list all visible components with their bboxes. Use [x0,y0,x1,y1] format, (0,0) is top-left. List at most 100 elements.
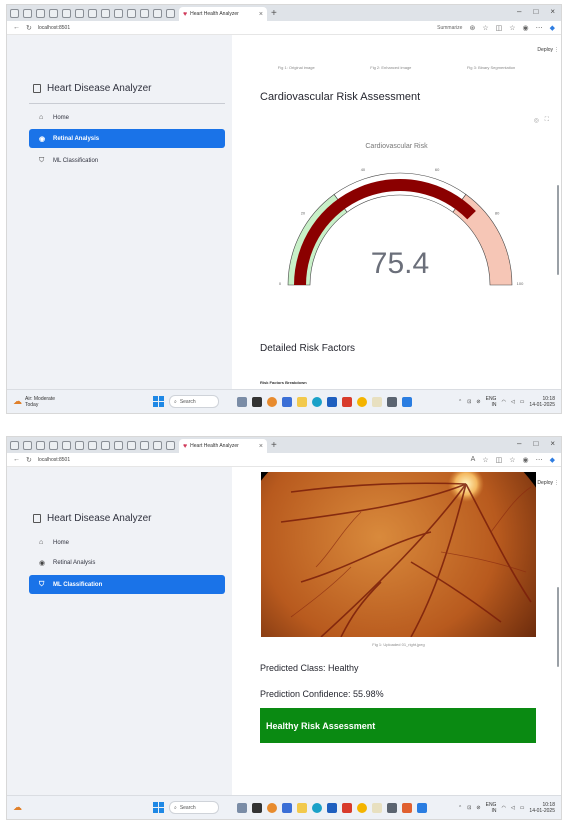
file-explorer-icon[interactable] [297,396,307,407]
app-icon[interactable] [282,396,292,407]
tab-actions-icon[interactable] [10,8,19,18]
app-icon[interactable] [342,396,352,407]
tray-icon[interactable]: ⊡ [467,399,471,405]
app-icon[interactable] [402,802,412,813]
edge-icon[interactable] [312,396,322,407]
chrome-icon[interactable] [357,802,367,813]
battery-icon[interactable]: ▭ [520,399,525,405]
tab-actions-icon[interactable] [10,440,19,450]
tab-icon[interactable] [153,440,162,450]
wifi-icon[interactable]: ◠ [501,399,505,405]
tab-close-icon[interactable]: × [259,11,263,18]
tray-icon[interactable]: ⊘ [476,399,480,405]
camera-icon[interactable]: ◎ [534,117,539,124]
maximize-button[interactable]: □ [533,439,538,448]
volume-icon[interactable]: ◁ [511,805,515,811]
taskbar-search[interactable]: ⌕ Search [169,395,219,408]
url-field[interactable]: localhost:8501 [38,457,471,463]
split-screen-icon[interactable]: ◫ [496,456,503,464]
app-icon[interactable] [387,396,397,407]
app-icon[interactable] [267,396,277,407]
vscode-icon[interactable] [417,802,427,813]
tab-close-icon[interactable]: × [259,443,263,450]
edge-icon[interactable] [312,802,322,813]
app-icon[interactable] [372,802,382,813]
battery-icon[interactable]: ▭ [520,805,525,811]
clock[interactable]: 10:18 14-01-2025 [529,396,555,408]
favorites-icon[interactable]: ☆ [509,24,515,32]
scrollbar[interactable] [557,587,559,667]
sidebar-item-retinal-analysis[interactable]: ◉ Retinal Analysis [29,553,225,572]
read-aloud-icon[interactable]: A [471,456,476,463]
tab-icon[interactable] [62,440,71,450]
tab-icon[interactable] [62,8,71,18]
refresh-icon[interactable]: ↻ [26,24,32,32]
tab-icon[interactable] [140,8,149,18]
app-icon[interactable] [342,802,352,813]
copilot-icon[interactable]: ◆ [550,24,555,32]
tab-icon[interactable] [101,8,110,18]
new-tab-button[interactable]: + [271,440,277,451]
tab-icon[interactable] [36,440,45,450]
file-explorer-icon[interactable] [297,802,307,813]
copilot-icon[interactable]: ◆ [550,456,555,464]
tab-icon[interactable] [127,440,136,450]
minimize-button[interactable]: – [517,439,521,448]
tray-icon[interactable]: ⊡ [467,805,471,811]
weather-widget[interactable]: ☁ [13,802,123,813]
tab-icon[interactable] [101,440,110,450]
new-tab-button[interactable]: + [271,8,277,19]
back-icon[interactable]: ← [13,456,20,463]
active-browser-tab[interactable]: ♥ Heart Health Analyzer × [179,439,267,453]
app-icon[interactable] [282,802,292,813]
clock[interactable]: 10:18 14-01-2025 [529,802,555,814]
tab-icon[interactable] [127,8,136,18]
tab-icon[interactable] [75,440,84,450]
widgets-icon[interactable] [237,396,247,407]
favorite-icon[interactable]: ☆ [482,24,488,32]
vscode-icon[interactable] [402,396,412,407]
refresh-icon[interactable]: ↻ [26,456,32,464]
profile-icon[interactable]: ◉ [523,456,529,464]
favorite-icon[interactable]: ☆ [482,456,488,464]
tab-icon[interactable] [114,440,123,450]
url-field[interactable]: localhost:8501 [38,25,437,31]
tab-icon[interactable] [23,8,32,18]
close-window-button[interactable]: × [550,439,555,448]
tab-icon[interactable] [88,440,97,450]
task-view-icon[interactable] [252,396,262,407]
start-button[interactable] [153,396,164,407]
maximize-button[interactable]: □ [533,7,538,16]
task-view-icon[interactable] [252,802,262,813]
taskbar-search[interactable]: ⌕ Search [169,801,219,814]
sidebar-item-ml-classification[interactable]: ⛉ ML Classification [29,575,225,594]
tray-icon[interactable]: ⊘ [476,805,480,811]
tab-icon[interactable] [166,8,175,18]
summarize-button[interactable]: Summarize [437,25,462,31]
tab-icon[interactable] [166,440,175,450]
favorites-icon[interactable]: ☆ [509,456,515,464]
main-menu-icon[interactable]: ⋮ [554,480,559,486]
fullscreen-icon[interactable]: ⛶ [545,117,549,124]
sidebar-item-ml-classification[interactable]: ⛉ ML Classification [29,151,225,170]
chrome-icon[interactable] [357,396,367,407]
tab-icon[interactable] [114,8,123,18]
app-icon[interactable] [387,802,397,813]
more-icon[interactable]: ⋯ [536,24,543,32]
active-browser-tab[interactable]: ♥ Heart Health Analyzer × [179,7,267,21]
language-indicator[interactable]: ENG IN [486,802,497,814]
app-icon[interactable] [327,396,337,407]
language-indicator[interactable]: ENG IN [486,396,497,408]
volume-icon[interactable]: ◁ [511,399,515,405]
tab-icon[interactable] [75,8,84,18]
sidebar-item-home[interactable]: ⌂ Home [29,108,225,127]
tab-icon[interactable] [36,8,45,18]
main-menu-icon[interactable]: ⋮ [554,47,559,53]
tab-icon[interactable] [153,8,162,18]
weather-widget[interactable]: ☁ Air: Moderate Today [13,396,123,408]
app-icon[interactable] [267,802,277,813]
minimize-button[interactable]: – [517,7,521,16]
deploy-button[interactable]: Deploy [537,47,553,53]
read-aloud-icon[interactable]: ⊛ [469,24,475,32]
scrollbar[interactable] [557,185,559,275]
